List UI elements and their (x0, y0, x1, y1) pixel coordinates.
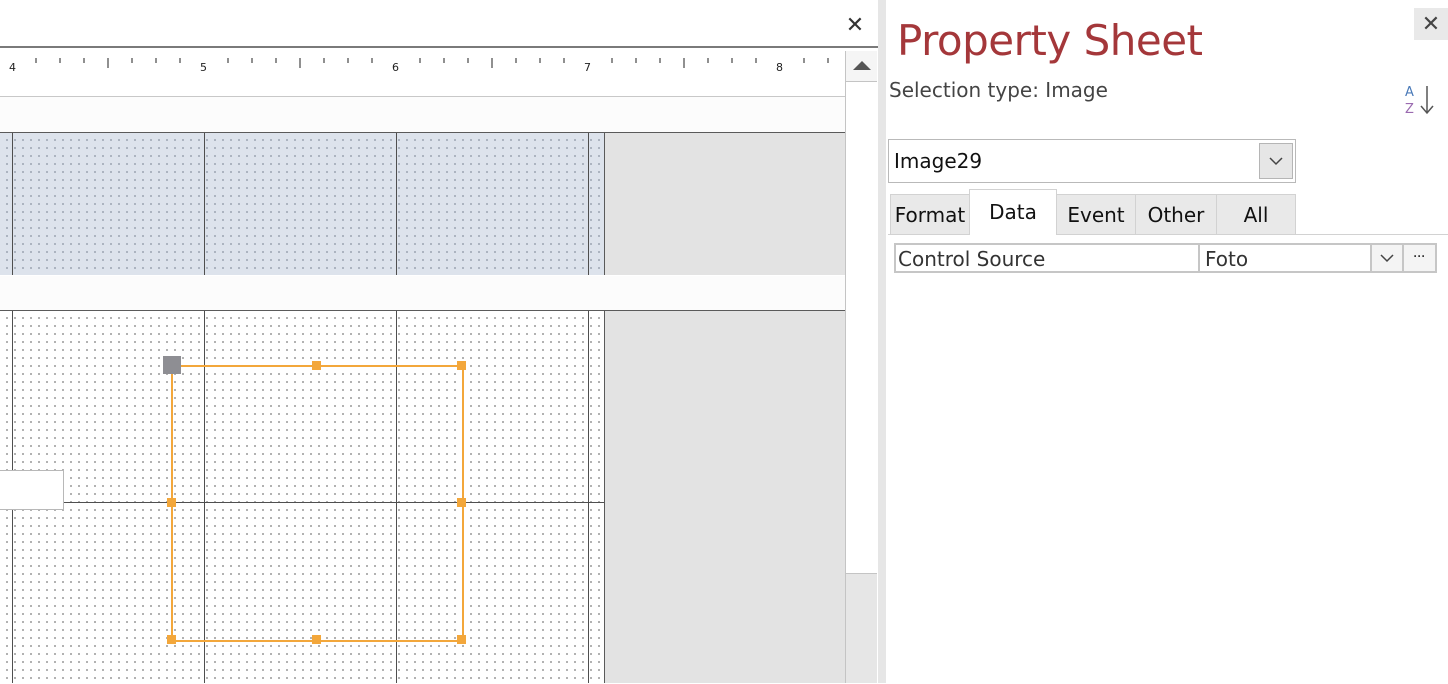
chevron-down-icon[interactable] (1370, 245, 1402, 271)
tab-event[interactable]: Event (1056, 194, 1136, 234)
sort-az-icon[interactable]: A Z (1402, 82, 1438, 118)
svg-text:Z: Z (1405, 102, 1414, 117)
image29-control[interactable] (171, 365, 464, 642)
property-tabs: Format Data Event Other All (888, 189, 1448, 235)
scroll-track[interactable] (846, 574, 877, 683)
move-handle[interactable] (163, 356, 181, 374)
grid-line (12, 133, 13, 275)
close-icon[interactable]: ✕ (1414, 8, 1448, 40)
grid-line (204, 133, 205, 275)
header-design-grid[interactable] (0, 133, 605, 275)
ruler-number: 6 (392, 61, 399, 74)
ruler-number: 8 (776, 61, 783, 74)
detail-design-grid[interactable] (0, 311, 605, 683)
property-value-input[interactable]: Foto (1202, 245, 1370, 271)
form-designer: ✕ 4 5 6 7 8 (0, 0, 878, 683)
grid-line (396, 133, 397, 275)
property-list: Control Source Foto ··· (888, 234, 1448, 684)
resize-handle-bottom[interactable] (312, 635, 321, 644)
grid-line (588, 311, 589, 683)
horizontal-ruler: 4 5 6 7 8 (0, 48, 845, 97)
builder-button[interactable]: ··· (1402, 245, 1435, 271)
ruler-number: 7 (584, 61, 591, 74)
vertical-scrollbar[interactable] (845, 51, 878, 683)
ruler-number: 4 (9, 61, 16, 74)
property-sheet-pane: ✕ Property Sheet Selection type: Image A… (878, 0, 1448, 684)
textbox-control[interactable] (0, 470, 64, 510)
tab-other[interactable]: Other (1135, 194, 1217, 234)
resize-handle-top-right[interactable] (457, 361, 466, 370)
ruler-ticks (35, 58, 829, 68)
resize-handle-bottom-left[interactable] (167, 635, 176, 644)
resize-handle-right[interactable] (457, 498, 466, 507)
selection-type-label: Selection type: Image (889, 78, 1108, 102)
resize-handle-left[interactable] (167, 498, 176, 507)
property-row-control-source[interactable]: Control Source Foto ··· (894, 243, 1437, 273)
svg-text:A: A (1405, 85, 1414, 100)
chevron-up-icon (853, 61, 871, 70)
tab-data[interactable]: Data (969, 189, 1057, 235)
section-header-bar[interactable] (0, 97, 845, 133)
ruler-number: 5 (200, 61, 207, 74)
chevron-down-icon[interactable] (1259, 143, 1293, 179)
object-selector-value: Image29 (894, 149, 983, 173)
scroll-up-button[interactable] (846, 51, 877, 82)
resize-handle-bottom-right[interactable] (457, 635, 466, 644)
tab-all[interactable]: All (1216, 194, 1296, 234)
pane-title: Property Sheet (897, 16, 1203, 65)
close-designer-icon[interactable]: ✕ (842, 10, 868, 40)
grid-line (588, 133, 589, 275)
tab-format[interactable]: Format (890, 194, 970, 234)
section-detail-bar[interactable] (0, 276, 845, 311)
form-header-section[interactable] (0, 133, 845, 275)
scroll-thumb[interactable] (846, 82, 877, 574)
object-selector[interactable]: Image29 (888, 139, 1296, 183)
detail-section[interactable] (0, 311, 845, 683)
resize-handle-top[interactable] (312, 361, 321, 370)
property-name: Control Source (896, 245, 1200, 271)
